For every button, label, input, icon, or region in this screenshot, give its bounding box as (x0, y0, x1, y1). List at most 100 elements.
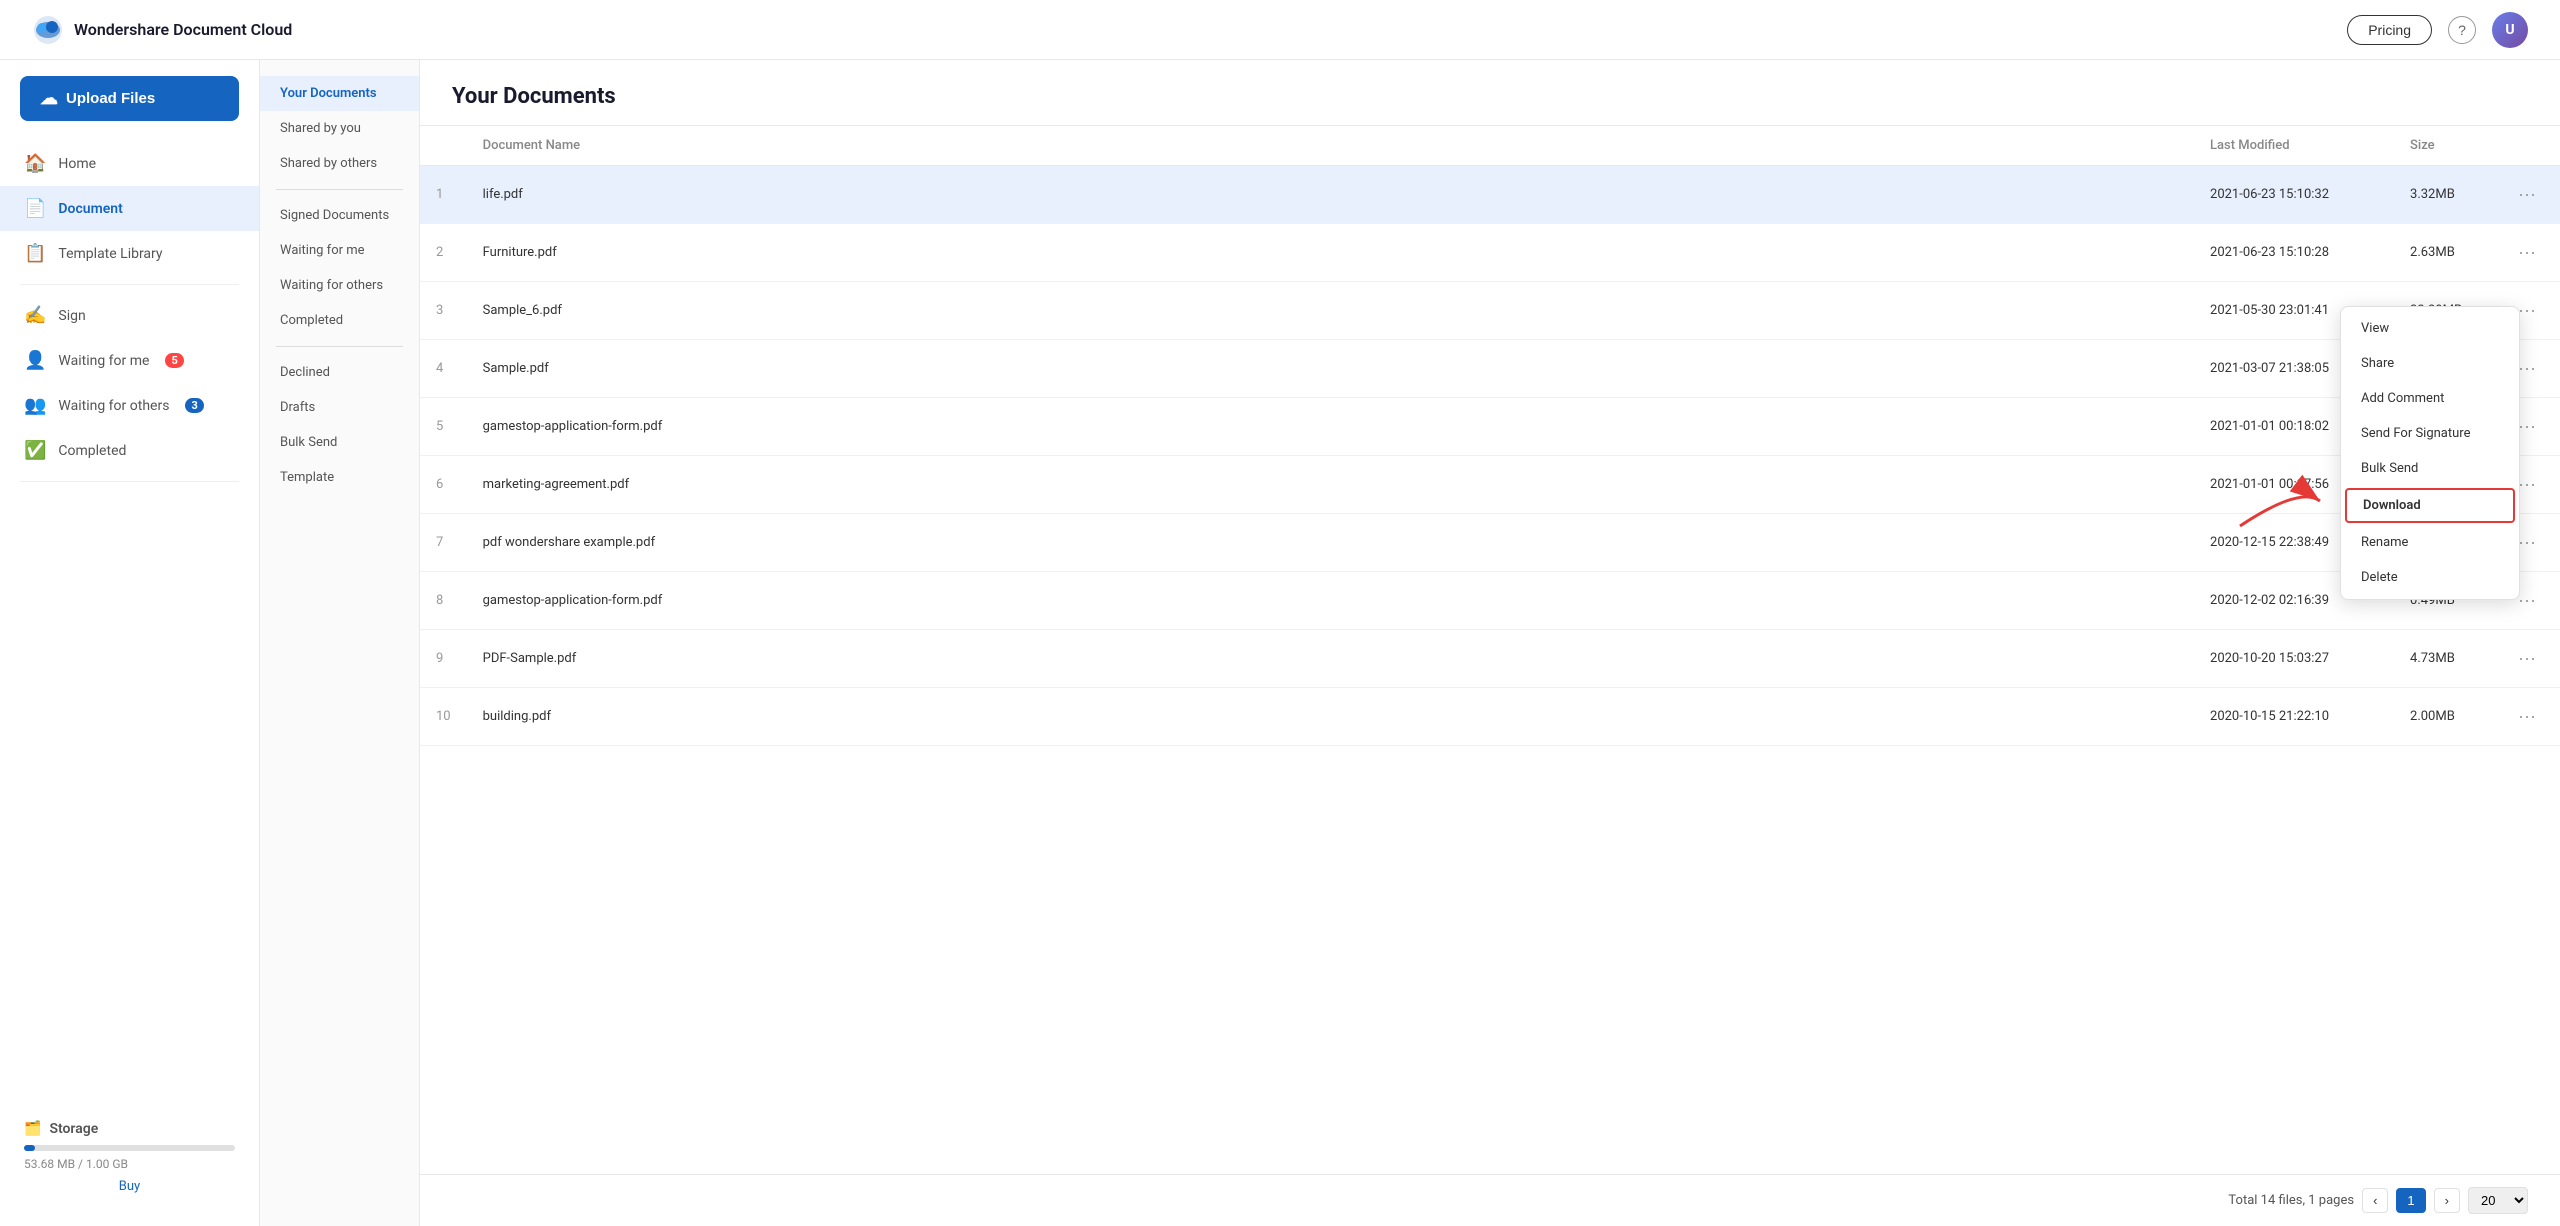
sub-nav-drafts[interactable]: Drafts (260, 390, 419, 425)
more-options-button[interactable]: ··· (2510, 644, 2544, 673)
sub-nav-waiting-for-me[interactable]: Waiting for me (260, 233, 419, 268)
row-num: 7 (420, 514, 467, 572)
sub-nav-completed[interactable]: Completed (260, 303, 419, 338)
main-content: Your Documents Document Name Last Modifi… (420, 60, 2560, 1226)
sidebar-divider-1 (20, 284, 239, 285)
sign-icon: ✍️ (24, 305, 46, 326)
content-header: Your Documents (420, 60, 2560, 126)
table-row: 6 marketing-agreement.pdf 2021-01-01 00:… (420, 456, 2560, 514)
total-files-label: Total 14 files, 1 pages (2228, 1193, 2354, 1208)
sidebar-item-label: Document (58, 201, 122, 217)
sub-nav-your-documents[interactable]: Your Documents (260, 76, 419, 111)
row-num: 4 (420, 340, 467, 398)
sidebar-item-completed[interactable]: ✅ Completed (0, 428, 259, 473)
storage-icon: 🗂️ (24, 1121, 41, 1137)
sidebar: ☁ Upload Files 🏠 Home 📄 Document 📋 Templ… (0, 60, 260, 1226)
page-title: Your Documents (452, 84, 2528, 109)
sidebar-item-label: Completed (58, 443, 126, 459)
context-menu-rename[interactable]: Rename (2341, 525, 2519, 560)
row-num: 9 (420, 630, 467, 688)
storage-bar-fill (24, 1145, 35, 1151)
sidebar-item-label: Sign (58, 308, 85, 324)
pricing-button[interactable]: Pricing (2347, 15, 2432, 45)
buy-button[interactable]: Buy (24, 1179, 235, 1194)
table-footer: Total 14 files, 1 pages ‹ 1 › 20 50 100 (420, 1174, 2560, 1226)
row-num: 5 (420, 398, 467, 456)
context-menu: View Share Add Comment Send For Signatur… (2340, 306, 2520, 600)
help-button[interactable]: ? (2448, 16, 2476, 44)
prev-page-button[interactable]: ‹ (2362, 1188, 2388, 1213)
row-actions: ··· (2494, 630, 2560, 688)
sub-sidebar: Your Documents Shared by you Shared by o… (260, 60, 420, 1226)
context-menu-download[interactable]: Download (2345, 488, 2515, 523)
sub-divider-1 (276, 189, 403, 190)
sidebar-item-waiting-for-me[interactable]: 👤 Waiting for me 5 (0, 338, 259, 383)
completed-icon: ✅ (24, 440, 46, 461)
col-header-actions (2494, 126, 2560, 166)
context-menu-bulk-send[interactable]: Bulk Send (2341, 451, 2519, 486)
more-options-button[interactable]: ··· (2510, 238, 2544, 267)
document-icon: 📄 (24, 198, 46, 219)
more-options-button[interactable]: ··· (2510, 180, 2544, 209)
next-page-button[interactable]: › (2434, 1188, 2460, 1213)
context-menu-delete[interactable]: Delete (2341, 560, 2519, 595)
sidebar-item-label: Template Library (58, 246, 162, 262)
header: Wondershare Document Cloud Pricing ? U (0, 0, 2560, 60)
row-actions: ··· (2494, 688, 2560, 746)
sidebar-item-document[interactable]: 📄 Document (0, 186, 259, 231)
sub-nav-shared-by-others[interactable]: Shared by others (260, 146, 419, 181)
row-num: 3 (420, 282, 467, 340)
sub-nav-declined[interactable]: Declined (260, 355, 419, 390)
sub-nav-bulk-send[interactable]: Bulk Send (260, 425, 419, 460)
row-size: 4.73MB (2394, 630, 2494, 688)
upload-label: Upload Files (66, 90, 155, 107)
avatar[interactable]: U (2492, 12, 2528, 48)
sidebar-item-sign[interactable]: ✍️ Sign (0, 293, 259, 338)
sidebar-item-template-library[interactable]: 📋 Template Library (0, 231, 259, 276)
sidebar-item-waiting-for-others[interactable]: 👥 Waiting for others 3 (0, 383, 259, 428)
row-modified: 2021-06-23 15:10:32 (2194, 166, 2394, 224)
table-row: 9 PDF-Sample.pdf 2020-10-20 15:03:27 4.7… (420, 630, 2560, 688)
col-header-name: Document Name (467, 126, 2194, 166)
storage-bar-background (24, 1145, 235, 1151)
sidebar-item-home[interactable]: 🏠 Home (0, 141, 259, 186)
col-header-size: Size (2394, 126, 2494, 166)
layout: ☁ Upload Files 🏠 Home 📄 Document 📋 Templ… (0, 60, 2560, 1226)
home-icon: 🏠 (24, 153, 46, 174)
row-num: 10 (420, 688, 467, 746)
per-page-select[interactable]: 20 50 100 (2468, 1187, 2528, 1214)
row-num: 6 (420, 456, 467, 514)
row-size: 2.00MB (2394, 688, 2494, 746)
row-size: 3.32MB (2394, 166, 2494, 224)
documents-table: Document Name Last Modified Size 1 life.… (420, 126, 2560, 746)
upload-icon: ☁ (40, 88, 58, 109)
header-left: Wondershare Document Cloud (32, 14, 292, 46)
context-menu-share[interactable]: Share (2341, 346, 2519, 381)
sub-nav-shared-by-you[interactable]: Shared by you (260, 111, 419, 146)
row-num: 8 (420, 572, 467, 630)
table-header-row: Document Name Last Modified Size (420, 126, 2560, 166)
row-modified: 2021-06-23 15:10:28 (2194, 224, 2394, 282)
row-filename: Sample.pdf (467, 340, 2194, 398)
waiting-me-icon: 👤 (24, 350, 46, 371)
context-menu-view[interactable]: View (2341, 311, 2519, 346)
sub-nav-template[interactable]: Template (260, 460, 419, 495)
sub-nav-signed-documents[interactable]: Signed Documents (260, 198, 419, 233)
row-filename: gamestop-application-form.pdf (467, 398, 2194, 456)
sub-nav-waiting-for-others[interactable]: Waiting for others (260, 268, 419, 303)
waiting-others-badge: 3 (185, 398, 203, 413)
row-filename: Sample_6.pdf (467, 282, 2194, 340)
more-options-button[interactable]: ··· (2510, 702, 2544, 731)
table-row: 8 gamestop-application-form.pdf 2020-12-… (420, 572, 2560, 630)
current-page-button[interactable]: 1 (2396, 1188, 2425, 1213)
documents-table-container[interactable]: Document Name Last Modified Size 1 life.… (420, 126, 2560, 1174)
row-actions: ··· (2494, 224, 2560, 282)
sidebar-item-label: Home (58, 156, 96, 172)
row-modified: 2020-10-20 15:03:27 (2194, 630, 2394, 688)
context-menu-add-comment[interactable]: Add Comment (2341, 381, 2519, 416)
row-filename: building.pdf (467, 688, 2194, 746)
row-modified: 2020-10-15 21:22:10 (2194, 688, 2394, 746)
row-num: 1 (420, 166, 467, 224)
upload-button[interactable]: ☁ Upload Files (20, 76, 239, 121)
context-menu-send-for-signature[interactable]: Send For Signature (2341, 416, 2519, 451)
